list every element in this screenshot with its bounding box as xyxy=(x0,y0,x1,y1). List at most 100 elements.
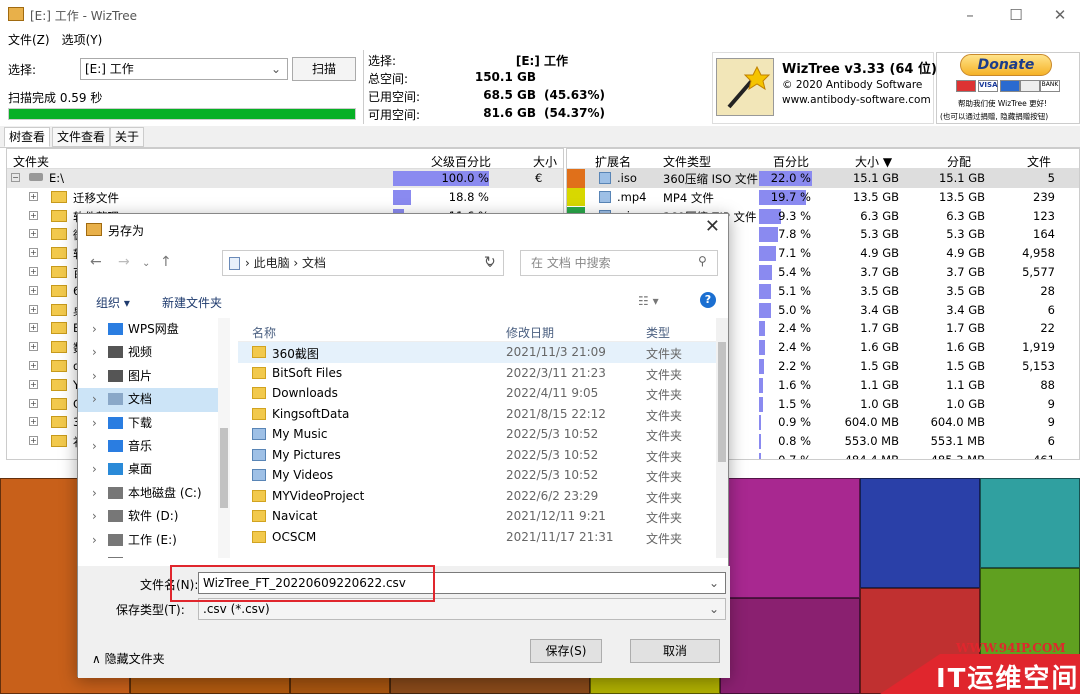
nav-item[interactable]: ›.... xyxy=(78,552,230,558)
file-row[interactable]: 360截图 2021/11/3 21:09 文件夹 xyxy=(238,342,716,363)
chevron-right-icon[interactable]: › xyxy=(92,505,97,527)
back-arrow-icon[interactable]: ← xyxy=(90,254,102,270)
tree-col-size[interactable]: 大小 xyxy=(533,153,557,170)
minimize-button[interactable]: – xyxy=(950,2,990,28)
tab-about[interactable]: 关于 xyxy=(110,127,145,147)
donate-button[interactable]: Donate xyxy=(960,54,1052,76)
save-button[interactable]: 保存(S) xyxy=(530,639,602,663)
file-row[interactable]: MYVideoProject 2022/6/2 23:29 文件夹 xyxy=(238,486,716,507)
nav-item[interactable]: › 音乐 xyxy=(78,435,230,458)
tab-tree-view[interactable]: 树查看 xyxy=(4,127,51,147)
expand-icon[interactable]: + xyxy=(29,398,38,408)
chevron-right-icon[interactable]: › xyxy=(92,482,97,504)
nav-item[interactable]: › 文档 xyxy=(78,388,230,412)
menu-file[interactable]: 文件(Z) xyxy=(8,33,50,47)
nav-scroll-thumb[interactable] xyxy=(220,428,228,508)
close-window-button[interactable]: ✕ xyxy=(1040,2,1080,28)
menu-options[interactable]: 选项(Y) xyxy=(62,33,103,47)
types-col-ext[interactable]: 扩展名 xyxy=(595,153,631,170)
refresh-icon[interactable]: ↻ xyxy=(484,254,496,270)
expand-icon[interactable]: + xyxy=(29,266,38,276)
file-row[interactable]: BitSoft Files 2022/3/11 21:23 文件夹 xyxy=(238,363,716,384)
file-row[interactable]: KingsoftData 2021/8/15 22:12 文件夹 xyxy=(238,404,716,425)
chevron-right-icon[interactable]: › xyxy=(92,529,97,551)
nav-item[interactable]: › 视频 xyxy=(78,341,230,364)
expand-icon[interactable]: + xyxy=(29,323,38,333)
expand-icon[interactable]: + xyxy=(29,436,38,446)
file-row[interactable]: My Videos 2022/5/3 10:52 文件夹 xyxy=(238,465,716,486)
types-col-type[interactable]: 文件类型 xyxy=(663,153,711,170)
treemap-block[interactable] xyxy=(860,478,980,588)
nav-item[interactable]: › 软件 (D:) xyxy=(78,505,230,528)
treemap-block[interactable] xyxy=(980,478,1080,568)
address-bar[interactable]: › 此电脑 › 文档 ⌄ xyxy=(222,250,504,276)
expand-icon[interactable]: − xyxy=(11,173,20,182)
expand-icon[interactable]: + xyxy=(29,417,38,427)
tree-row[interactable]: + 迁移文件 18.8 % xyxy=(7,188,563,207)
expand-icon[interactable]: + xyxy=(29,248,38,258)
dialog-close-button[interactable]: ✕ xyxy=(705,216,720,237)
recent-chevron-icon[interactable]: ⌄ xyxy=(142,258,150,269)
nav-item[interactable]: › 本地磁盘 (C:) xyxy=(78,482,230,505)
nav-item[interactable]: › 下载 xyxy=(78,412,230,435)
filetype-row[interactable]: .iso 360压缩 ISO 文件 22.0 % 15.1 GB 15.1 GB 5 xyxy=(567,169,1079,188)
file-list[interactable]: 名称 修改日期 类型 360截图 2021/11/3 21:09 文件夹 BitSof… xyxy=(238,318,716,550)
chevron-right-icon[interactable]: › xyxy=(92,435,97,457)
tab-file-view[interactable]: 文件查看 xyxy=(52,127,111,147)
chevron-right-icon[interactable]: › xyxy=(92,458,97,480)
nav-item[interactable]: › 工作 (E:) xyxy=(78,529,230,552)
nav-item[interactable]: › 图片 xyxy=(78,365,230,388)
maximize-button[interactable]: ☐ xyxy=(996,2,1036,28)
expand-icon[interactable]: + xyxy=(29,342,38,352)
col-type[interactable]: 类型 xyxy=(646,324,670,341)
expand-icon[interactable]: + xyxy=(29,379,38,389)
chevron-right-icon[interactable]: › xyxy=(92,341,97,363)
chevron-right-icon[interactable]: › xyxy=(92,365,97,387)
treemap-block[interactable] xyxy=(720,478,860,598)
new-folder-button[interactable]: 新建文件夹 xyxy=(162,294,222,311)
file-row[interactable]: My Pictures 2022/5/3 10:52 文件夹 xyxy=(238,445,716,466)
navigation-pane[interactable]: › WPS网盘 › 视频 › 图片 › 文档 › 下载 › 音乐 › 桌面 › 本地磁盘 (C:) › 软件 (D… xyxy=(78,318,230,558)
nav-item[interactable]: › 桌面 xyxy=(78,458,230,481)
chevron-right-icon[interactable]: › xyxy=(92,412,97,434)
forward-arrow-icon[interactable]: → xyxy=(118,254,130,270)
hide-folders-toggle[interactable]: ∧ 隐藏文件夹 xyxy=(92,650,165,667)
expand-icon[interactable]: + xyxy=(29,210,38,220)
file-list-scrollbar[interactable] xyxy=(716,318,728,558)
file-scroll-thumb[interactable] xyxy=(718,342,726,462)
drive-select[interactable]: [E:] 工作 ⌄ xyxy=(80,58,288,80)
file-row[interactable]: Downloads 2022/4/11 9:05 文件夹 xyxy=(238,383,716,404)
search-input[interactable]: 在 文档 中搜索 xyxy=(520,250,718,276)
expand-icon[interactable]: + xyxy=(29,191,38,201)
cancel-button[interactable]: 取消 xyxy=(630,639,720,663)
nav-scrollbar[interactable] xyxy=(218,318,230,558)
organize-menu[interactable]: 组织 ▾ xyxy=(96,294,130,311)
types-col-files[interactable]: 文件 xyxy=(1027,153,1051,170)
filetype-row[interactable]: .mp4 MP4 文件 19.7 % 13.5 GB 13.5 GB 239 xyxy=(567,187,1079,207)
types-col-alloc[interactable]: 分配 xyxy=(947,153,971,170)
view-options-icon[interactable]: ☷ ▾ xyxy=(638,294,659,308)
up-arrow-icon[interactable]: ↑ xyxy=(160,254,172,270)
chevron-right-icon[interactable]: › xyxy=(92,318,97,340)
types-col-pct[interactable]: 百分比 xyxy=(773,153,809,170)
scan-button[interactable]: 扫描 xyxy=(292,57,356,81)
expand-icon[interactable]: + xyxy=(29,304,38,314)
file-row[interactable]: Navicat 2021/12/11 9:21 文件夹 xyxy=(238,506,716,527)
help-icon[interactable]: ? xyxy=(700,292,716,308)
tree-col-parent-pct[interactable]: 父级百分比 xyxy=(431,153,491,170)
filename-dropdown-icon[interactable]: ⌄ xyxy=(709,573,719,593)
file-row[interactable]: My Music 2022/5/3 10:52 文件夹 xyxy=(238,424,716,445)
col-name[interactable]: 名称 xyxy=(252,324,276,341)
treemap-block[interactable] xyxy=(720,598,860,694)
expand-icon[interactable]: + xyxy=(29,360,38,370)
chevron-right-icon[interactable]: › xyxy=(92,388,97,410)
expand-icon[interactable]: + xyxy=(29,285,38,295)
file-list-hscrollbar[interactable] xyxy=(238,544,716,558)
col-modified[interactable]: 修改日期 xyxy=(506,324,554,341)
tree-col-folder[interactable]: 文件夹 xyxy=(13,153,49,170)
tree-row-root[interactable]: − E:\ 100.0 % € xyxy=(7,169,563,188)
chevron-right-icon[interactable]: › xyxy=(92,552,97,558)
nav-item[interactable]: › WPS网盘 xyxy=(78,318,230,341)
expand-icon[interactable]: + xyxy=(29,229,38,239)
app-website[interactable]: www.antibody-software.com xyxy=(782,94,931,106)
